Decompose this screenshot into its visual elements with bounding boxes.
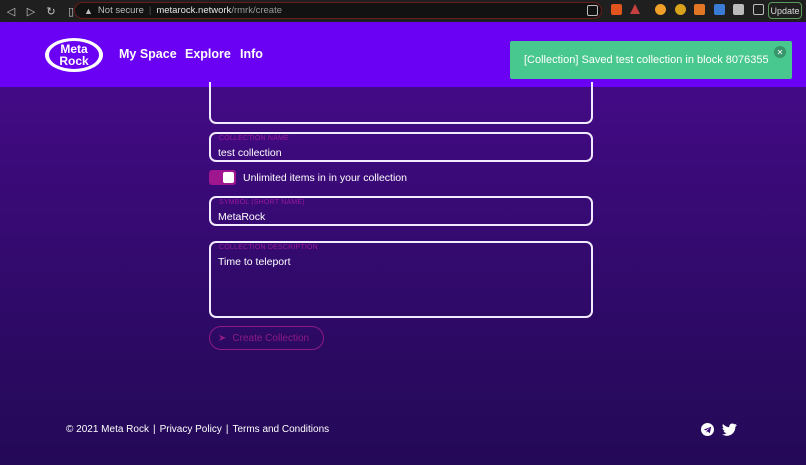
extension-coin-icon[interactable] [655, 4, 666, 15]
url-host: metarock.network [156, 5, 232, 16]
collection-name-field[interactable]: COLLECTION NAME test collection [209, 132, 593, 162]
meta-rock-logo[interactable]: Meta Rock [44, 37, 104, 73]
update-button[interactable]: Update [768, 2, 802, 19]
metamask-icon[interactable] [694, 4, 705, 15]
footer-separator: | [225, 424, 229, 435]
page: Meta Rock My Space Explore Info [Collect… [0, 22, 806, 465]
forward-icon[interactable]: ▷ [24, 4, 38, 18]
twitter-icon[interactable] [722, 423, 737, 436]
url-path: /rmrk/create [231, 5, 282, 16]
upload-field[interactable] [209, 82, 593, 124]
extensions-puzzle-icon[interactable] [733, 4, 744, 15]
symbol-input[interactable]: MetaRock [218, 211, 265, 223]
close-icon[interactable]: ✕ [774, 46, 786, 58]
footer: © 2021 Meta Rock | Privacy Policy | Term… [66, 424, 329, 435]
create-collection-button[interactable]: ➤ Create Collection [209, 326, 324, 350]
terms-link[interactable]: Terms and Conditions [232, 424, 329, 435]
toast-message: [Collection] Saved test collection in bl… [524, 54, 769, 66]
telegram-icon[interactable] [701, 423, 714, 436]
nav-explore[interactable]: Explore [185, 47, 231, 61]
send-icon: ➤ [218, 332, 227, 344]
qr-icon[interactable] [587, 5, 598, 16]
collection-name-label: COLLECTION NAME [219, 135, 289, 142]
description-input[interactable]: Time to teleport [218, 256, 291, 268]
site-header: Meta Rock My Space Explore Info [Collect… [0, 22, 806, 87]
wallet-icon[interactable] [753, 4, 764, 15]
nav-my-space[interactable]: My Space [119, 47, 177, 61]
extension-x-icon[interactable] [714, 4, 725, 15]
svg-text:Rock: Rock [59, 54, 89, 68]
reload-icon[interactable]: ↻ [44, 4, 58, 18]
unlimited-label: Unlimited items in in your collection [243, 172, 407, 184]
warning-icon: ▲ [84, 5, 93, 16]
symbol-field[interactable]: SYMBOL (SHORT NAME) MetaRock [209, 196, 593, 226]
description-label: COLLECTION DESCRIPTION [219, 244, 318, 251]
back-icon[interactable]: ◁ [4, 4, 18, 18]
create-collection-label: Create Collection [232, 332, 310, 344]
footer-separator: | [152, 424, 156, 435]
brave-shield-icon[interactable] [611, 4, 622, 15]
privacy-policy-link[interactable]: Privacy Policy [160, 424, 222, 435]
copyright: © 2021 Meta Rock [66, 424, 149, 435]
extension-sun-icon[interactable] [675, 4, 686, 15]
toggle-knob [223, 172, 234, 183]
collection-name-input[interactable]: test collection [218, 147, 282, 159]
symbol-label: SYMBOL (SHORT NAME) [219, 199, 305, 206]
description-field[interactable]: COLLECTION DESCRIPTION Time to teleport [209, 241, 593, 318]
nav-info[interactable]: Info [240, 47, 263, 61]
success-toast: [Collection] Saved test collection in bl… [510, 41, 792, 79]
unlimited-toggle[interactable] [209, 170, 236, 185]
security-label: Not secure [97, 5, 144, 16]
brave-rewards-icon[interactable] [630, 4, 640, 14]
address-bar[interactable]: ▲ Not secure | metarock.network/rmrk/cre… [74, 2, 602, 19]
